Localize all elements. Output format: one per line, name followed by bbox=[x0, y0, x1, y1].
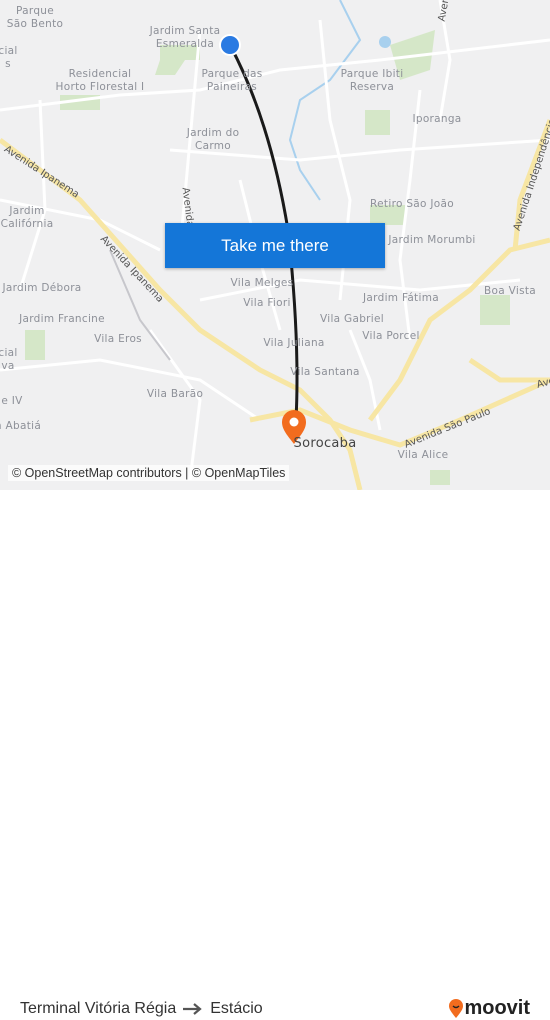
place-label: Vila Juliana bbox=[263, 337, 325, 349]
place-label: Vila Melges bbox=[230, 277, 294, 289]
place-label: Jardim Santa Esmeralda bbox=[149, 25, 221, 50]
map-attribution[interactable]: © OpenStreetMap contributors | © OpenMap… bbox=[8, 465, 290, 481]
place-label: Parque das Paineiras bbox=[201, 68, 263, 93]
place-label: e IV bbox=[1, 395, 23, 407]
place-label: Jardim Califórnia bbox=[0, 205, 54, 230]
take-me-there-button[interactable]: Take me there bbox=[165, 223, 385, 268]
map[interactable]: Parque São Bento Jardim Santa Esmeralda ci… bbox=[0, 0, 550, 490]
place-label: Parque São Bento bbox=[6, 5, 64, 30]
place-label: Jardim Francine bbox=[19, 313, 105, 325]
place-label: cial s bbox=[0, 45, 18, 70]
route-summary: Terminal Vitória Régia Estácio bbox=[20, 1000, 263, 1018]
place-label: Parque Ibiti Reserva bbox=[340, 68, 404, 93]
place-label: Vila Fiori bbox=[243, 297, 291, 309]
moovit-pin-icon bbox=[449, 998, 464, 1018]
place-label: Boa Vista bbox=[484, 285, 536, 297]
place-label: cial va bbox=[0, 347, 18, 372]
place-label: Vila Porcel bbox=[362, 330, 420, 342]
place-label: Residencial Horto Florestal I bbox=[55, 68, 145, 93]
place-label: Vila Gabriel bbox=[319, 313, 385, 325]
place-label: Vila Eros bbox=[94, 333, 142, 345]
arrow-right-icon bbox=[183, 1003, 202, 1015]
destination-name: Estácio bbox=[210, 1000, 263, 1017]
footer: Terminal Vitória Régia Estácio moovit bbox=[0, 490, 550, 1019]
place-label: n Abatiá bbox=[0, 420, 42, 432]
moovit-logo[interactable]: moovit bbox=[448, 997, 530, 1020]
place-label: Jardim Fátima bbox=[363, 292, 439, 304]
place-label: Jardim do Carmo bbox=[186, 127, 240, 152]
place-label: Sorocaba bbox=[293, 436, 357, 451]
place-label: Vila Alice bbox=[397, 449, 449, 461]
place-label: Iporanga bbox=[412, 113, 462, 125]
place-label: Jardim Débora bbox=[2, 282, 82, 294]
place-label: Retiro São João bbox=[370, 198, 454, 210]
origin-marker bbox=[221, 36, 239, 54]
place-label: Vila Santana bbox=[290, 366, 360, 378]
origin-name: Terminal Vitória Régia bbox=[20, 1000, 177, 1017]
place-label: Jardim Morumbi bbox=[388, 234, 476, 246]
place-label: Vila Barão bbox=[146, 388, 204, 400]
